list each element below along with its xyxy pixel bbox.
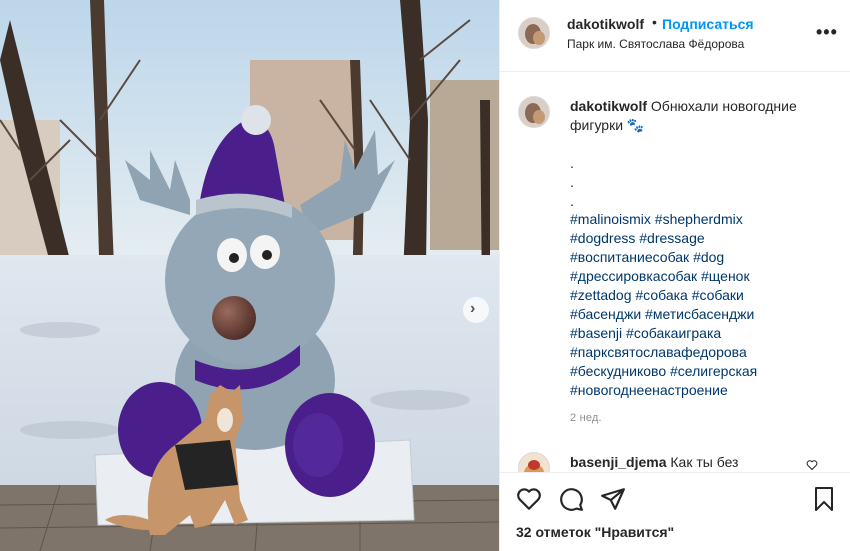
post-header: dakotikwolf • Подписаться Парк им. Свято… <box>500 0 850 72</box>
post-photo[interactable]: › <box>0 0 499 551</box>
hashtag-line[interactable]: #malinoismix #shepherdmix <box>570 210 840 229</box>
avatar-image <box>519 18 549 48</box>
hashtag-list: #malinoismix #shepherdmix #dogdress #dre… <box>570 210 840 400</box>
likes-label: отметок "Нравится" <box>535 524 675 540</box>
hashtag-line[interactable]: #бескудниково #селигерская <box>570 362 840 381</box>
caption-dot: . <box>570 155 574 171</box>
caption-dot: . <box>570 174 574 190</box>
comment-text: Как ты без <box>670 454 739 470</box>
hashtag-line[interactable]: #воспитаниесобак #dog <box>570 248 840 267</box>
hashtag-line[interactable]: #basenji #собакаиграка <box>570 324 840 343</box>
comment-username[interactable]: basenji_djema <box>570 454 667 470</box>
hashtag-line[interactable]: #zettadog #собака #собаки <box>570 286 840 305</box>
follow-button[interactable]: Подписаться <box>662 16 754 32</box>
comment-icon[interactable] <box>558 486 584 517</box>
post-location[interactable]: Парк им. Святослава Фёдорова <box>567 37 744 51</box>
commenter-avatar[interactable] <box>518 452 550 472</box>
hashtag-line[interactable]: #дрессировкасобак #щенок <box>570 267 840 286</box>
comment-text-block: basenji_djema Как ты без <box>570 454 738 470</box>
photo-scene <box>0 0 499 551</box>
post-actions: 32 отметок "Нравится" <box>500 472 850 551</box>
hashtag-line[interactable]: #басенджи #метисбасенджи <box>570 305 840 324</box>
post-username[interactable]: dakotikwolf <box>567 16 644 32</box>
avatar[interactable] <box>518 96 550 128</box>
hashtag-line[interactable]: #парксвятославафедорова <box>570 343 840 362</box>
caption-dot: . <box>570 193 574 209</box>
bookmark-icon[interactable] <box>812 486 836 517</box>
hashtag-line[interactable]: #dogdress #dressage <box>570 229 840 248</box>
comment-like-icon[interactable] <box>806 458 818 472</box>
avatar-image <box>519 453 549 472</box>
caption-dots: . . . <box>570 154 574 211</box>
post-panel: dakotikwolf • Подписаться Парк им. Свято… <box>499 0 850 551</box>
avatar-image <box>519 97 549 127</box>
comment-row: basenji_djema Как ты без <box>500 442 850 472</box>
likes-number: 32 <box>516 524 532 540</box>
paper-plane-icon[interactable] <box>600 486 626 517</box>
post-time[interactable]: 2 нед. <box>570 412 602 424</box>
next-photo-button[interactable]: › <box>463 297 489 323</box>
caption-text-block: dakotikwolf Обнюхали новогодние фигурки … <box>570 97 820 135</box>
heart-icon[interactable] <box>516 486 542 517</box>
chevron-right-icon: › <box>470 300 476 317</box>
separator-dot: • <box>652 14 657 30</box>
more-dots-icon[interactable]: ••• <box>816 22 838 43</box>
hashtag-line[interactable]: #новогоднеенастроение <box>570 381 840 400</box>
caption: dakotikwolf Обнюхали новогодние фигурки … <box>500 72 850 442</box>
caption-username[interactable]: dakotikwolf <box>570 98 647 114</box>
likes-count[interactable]: 32 отметок "Нравится" <box>516 524 674 540</box>
avatar[interactable] <box>518 17 550 49</box>
